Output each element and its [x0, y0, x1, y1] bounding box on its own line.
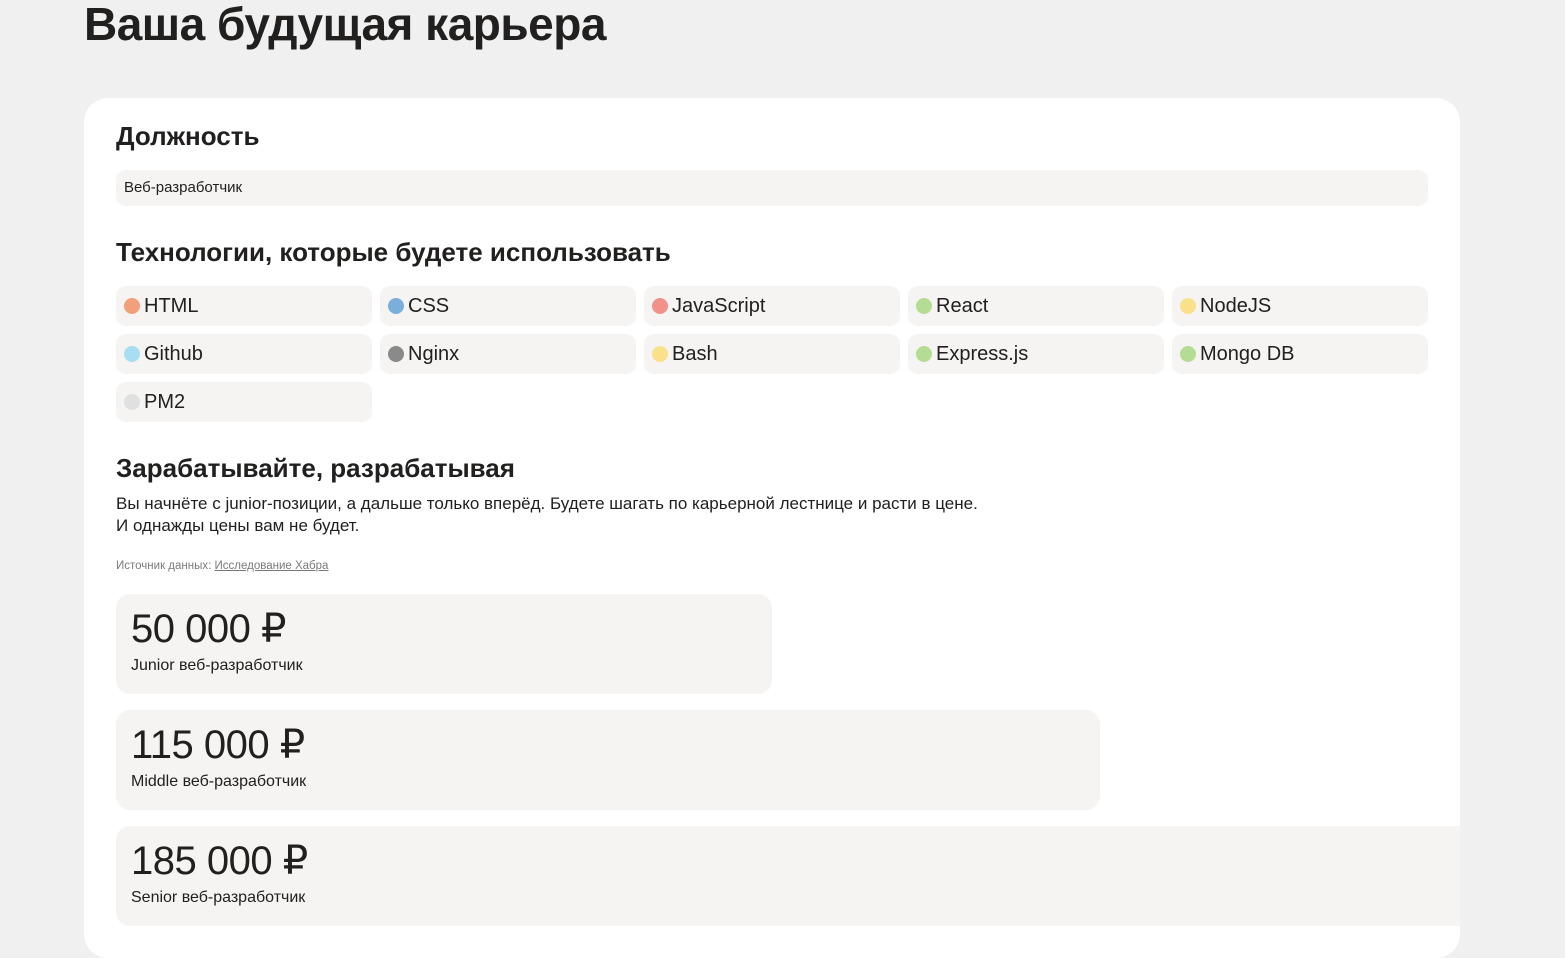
tech-chip-expressjs: Express.js	[908, 334, 1164, 374]
tech-label: Nginx	[408, 342, 460, 365]
tech-chip-bash: Bash	[644, 334, 900, 374]
tech-label: Express.js	[936, 342, 1029, 365]
career-card: Должность Веб-разработчик Технологии, ко…	[84, 98, 1460, 958]
tech-dot-icon	[124, 346, 140, 362]
tech-label: HTML	[144, 294, 199, 317]
page-title: Ваша будущая карьера	[84, 0, 606, 50]
technologies-list: HTML CSS JavaScript React NodeJS Github …	[116, 286, 1428, 422]
salary-value: 50 000 ₽	[131, 607, 286, 651]
tech-chip-nodejs: NodeJS	[1172, 286, 1428, 326]
salary-role: Senior веб-разработчик	[131, 889, 306, 906]
salary-role: Middle веб-разработчик	[131, 773, 307, 790]
tech-chip-javascript: JavaScript	[644, 286, 900, 326]
tech-label: Bash	[672, 342, 718, 365]
tech-dot-icon	[652, 298, 668, 314]
position-heading: Должность	[116, 121, 260, 151]
tech-dot-icon	[1180, 298, 1196, 314]
tech-chip-css: CSS	[380, 286, 636, 326]
source-link[interactable]: Исследование Хабра	[215, 560, 329, 572]
tech-dot-icon	[652, 346, 668, 362]
salary-card-junior: 50 000 ₽ Junior веб-разработчик	[116, 594, 772, 694]
tech-dot-icon	[124, 298, 140, 314]
tech-chip-mongodb: Mongo DB	[1172, 334, 1428, 374]
tech-dot-icon	[124, 394, 140, 410]
tech-dot-icon	[916, 346, 932, 362]
tech-dot-icon	[1180, 346, 1196, 362]
tech-chip-html: HTML	[116, 286, 372, 326]
tech-chip-github: Github	[116, 334, 372, 374]
earnings-description: Вы начнёте с junior-позиции, а дальше то…	[116, 493, 978, 537]
tech-dot-icon	[916, 298, 932, 314]
tech-chip-react: React	[908, 286, 1164, 326]
tech-chip-nginx: Nginx	[380, 334, 636, 374]
salary-role: Junior веб-разработчик	[131, 657, 303, 674]
technologies-heading: Технологии, которые будете использовать	[116, 237, 671, 267]
tech-label: React	[936, 294, 989, 317]
salary-value: 185 000 ₽	[131, 839, 308, 883]
salary-card-middle: 115 000 ₽ Middle веб-разработчик	[116, 710, 1100, 810]
source-label: Источник данных:	[116, 560, 212, 572]
earnings-line-1: Вы начнёте с junior-позиции, а дальше то…	[116, 494, 978, 513]
earnings-heading: Зарабатывайте, разрабатывая	[116, 453, 515, 483]
salary-value: 115 000 ₽	[131, 723, 305, 767]
data-source: Источник данных: Исследование Хабра	[116, 560, 328, 572]
tech-label: CSS	[408, 294, 450, 317]
tech-chip-pm2: PM2	[116, 382, 372, 422]
tech-label: Mongo DB	[1200, 342, 1295, 365]
tech-dot-icon	[388, 346, 404, 362]
position-value: Веб-разработчик	[116, 170, 1428, 206]
tech-label: Github	[144, 342, 203, 365]
salary-card-senior: 185 000 ₽ Senior веб-разработчик	[116, 826, 1460, 926]
earnings-line-2: И однажды цены вам не будет.	[116, 516, 360, 535]
tech-label: JavaScript	[672, 294, 766, 317]
tech-label: NodeJS	[1200, 294, 1272, 317]
tech-dot-icon	[388, 298, 404, 314]
tech-label: PM2	[144, 390, 186, 413]
